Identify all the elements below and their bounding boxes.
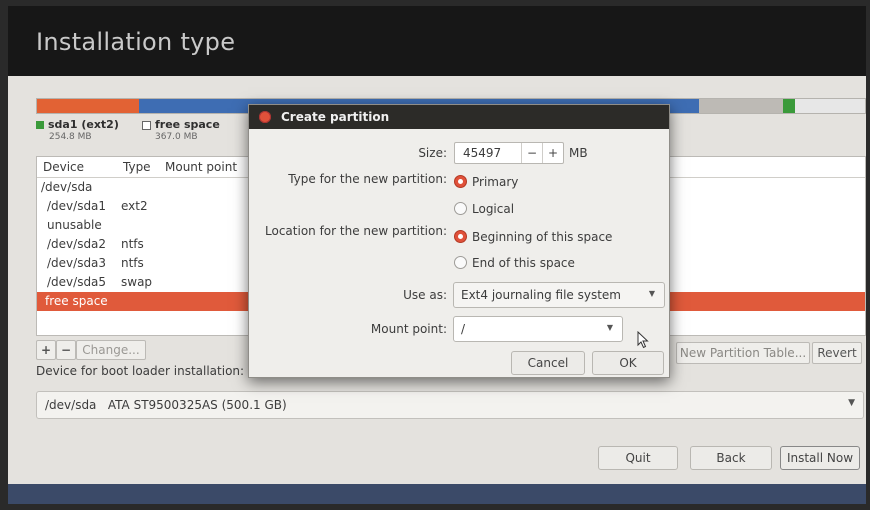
row-type: ntfs [121,237,144,251]
install-now-button[interactable]: Install Now [780,446,860,470]
dialog-title: Create partition [281,110,390,124]
boot-loader-select[interactable]: /dev/sda ATA ST9500325AS (500.1 GB) ▼ [36,391,864,419]
cancel-button[interactable]: Cancel [511,351,585,375]
legend-item-sda1: sda1 (ext2) 254.8 MB [36,118,119,142]
size-stepper[interactable]: 45497 − + [454,142,564,164]
size-value[interactable]: 45497 [463,146,501,160]
quit-button[interactable]: Quit [598,446,678,470]
radio-unchecked-icon [454,256,467,269]
installer-screen: Installation type sda1 (ext2) 254.8 MB f… [8,6,866,504]
row-device: /dev/sda5 [47,275,107,289]
partition-segment [37,99,139,113]
add-partition-button[interactable]: + [36,340,56,360]
bottom-strip [8,484,866,504]
column-type[interactable]: Type [123,160,151,174]
chevron-down-icon: ▼ [648,289,655,298]
legend-size: 254.8 MB [49,132,92,142]
row-type: ext2 [121,199,148,213]
type-label: Type for the new partition: [288,172,447,186]
column-mount-point[interactable]: Mount point [165,160,237,174]
row-device: /dev/sda1 [47,199,107,213]
legend-size: 367.0 MB [155,132,198,142]
back-button[interactable]: Back [690,446,772,470]
radio-end[interactable]: End of this space [454,256,575,270]
column-device[interactable]: Device [43,160,84,174]
size-increment-button[interactable]: + [542,143,563,163]
ok-button[interactable]: OK [592,351,664,375]
size-unit: MB [569,146,588,160]
size-label: Size: [418,146,447,160]
close-icon[interactable] [259,111,271,123]
partition-segment [783,99,795,113]
radio-unchecked-icon [454,202,467,215]
radio-checked-icon [454,230,467,243]
partition-segment [699,99,783,113]
size-decrement-button[interactable]: − [521,143,542,163]
radio-label: Logical [472,202,515,216]
radio-label: Beginning of this space [472,230,613,244]
boot-loader-label: Device for boot loader installation: [36,364,245,378]
dialog-titlebar: Create partition [249,105,669,129]
legend-swatch [36,121,44,129]
mount-point-value[interactable]: / [461,322,465,336]
partition-segment [795,99,865,113]
create-partition-dialog: Create partition Size: 45497 − + MB Type… [248,104,670,378]
new-partition-table-button[interactable]: New Partition Table... [676,342,810,364]
row-device: /dev/sda3 [47,256,107,270]
legend-label: free space [155,118,220,131]
row-device: /dev/sda [41,180,93,194]
radio-beginning[interactable]: Beginning of this space [454,230,612,244]
legend-label: sda1 (ext2) [48,118,119,131]
legend-swatch [142,120,151,130]
radio-logical[interactable]: Logical [454,202,514,216]
mount-point-combo[interactable]: / ▼ [453,316,623,342]
mount-point-label: Mount point: [370,322,447,336]
chevron-down-icon: ▼ [848,398,855,408]
row-device: free space [45,294,108,308]
change-partition-button[interactable]: Change... [76,340,146,360]
page-title: Installation type [36,28,236,56]
chevron-down-icon[interactable]: ▼ [607,323,613,332]
boot-model: ATA ST9500325AS (500.1 GB) [107,398,287,412]
legend-item-free: free space 367.0 MB [142,118,220,142]
row-type: ntfs [121,256,144,270]
radio-label: End of this space [472,256,575,270]
radio-primary[interactable]: Primary [454,175,518,189]
use-as-label: Use as: [403,288,447,302]
radio-checked-icon [454,175,467,188]
radio-label: Primary [472,175,519,189]
row-device: /dev/sda2 [47,237,107,251]
location-label: Location for the new partition: [265,224,447,238]
use-as-select[interactable]: Ext4 journaling file system ▼ [453,282,665,308]
boot-device: /dev/sda [45,398,97,412]
remove-partition-button[interactable]: − [56,340,76,360]
use-as-value: Ext4 journaling file system [461,288,621,302]
row-type: swap [121,275,153,289]
row-device: unusable [47,218,102,232]
revert-button[interactable]: Revert [812,342,862,364]
mouse-pointer-icon [637,331,649,349]
